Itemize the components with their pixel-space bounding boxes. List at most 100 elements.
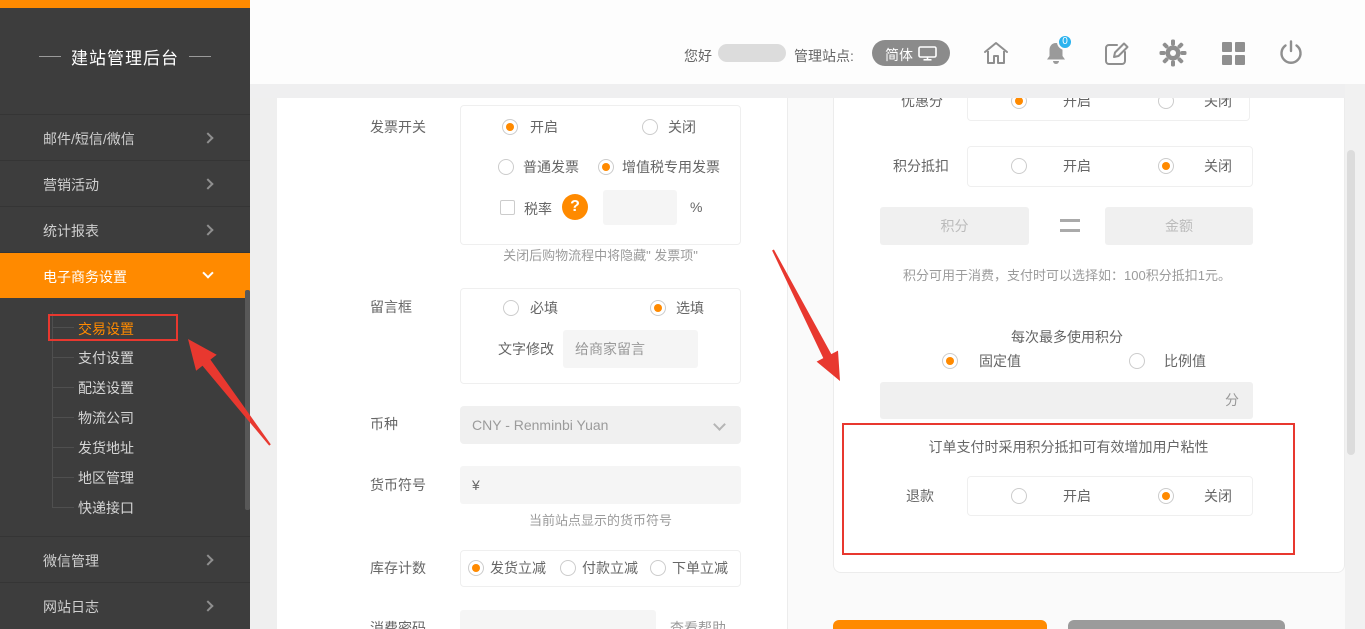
points-input[interactable] — [880, 207, 1029, 245]
sidebar-item-label: 营销活动 — [43, 175, 99, 195]
sidebar-item-statistics[interactable]: 统计报表 — [0, 206, 250, 252]
trade-settings-panel: 发票开关 开启 关闭 普通发票 增值税专用发票 税率 ? % 关闭后购物流程中将… — [277, 98, 788, 629]
ratio-value-radio[interactable] — [1129, 353, 1145, 369]
sidebar-item-label: 电子商务设置 — [43, 267, 127, 287]
chevron-down-icon — [202, 267, 213, 278]
sidebar-title: 建站管理后台 — [0, 42, 250, 70]
sidebar-item-marketing[interactable]: 营销活动 — [0, 160, 250, 206]
deduction-off-label: 关闭 — [1204, 156, 1232, 176]
vat-invoice-label: 增值税专用发票 — [622, 157, 720, 177]
monitor-icon — [918, 46, 938, 61]
fixed-value-label: 固定值 — [979, 351, 1021, 371]
sidebar-item-mail-sms-wechat[interactable]: 邮件/短信/微信 — [0, 114, 250, 160]
power-icon[interactable] — [1276, 38, 1306, 68]
sidebar-item-wechat-management[interactable]: 微信管理 — [0, 536, 250, 582]
secondary-button[interactable] — [1068, 620, 1285, 629]
currency-symbol-input[interactable] — [460, 466, 741, 504]
message-optional-radio[interactable] — [650, 300, 666, 316]
app-window: 建站管理后台 邮件/短信/微信 营销活动 统计报表 电子商务设置 交易设置 支付… — [0, 0, 1365, 629]
message-optional-label: 选填 — [676, 298, 704, 318]
home-icon[interactable] — [981, 38, 1011, 68]
primary-button[interactable] — [833, 620, 1047, 629]
refund-label: 退款 — [906, 486, 934, 506]
sidebar-accent-bar — [0, 0, 250, 8]
refund-on-label: 开启 — [1063, 486, 1091, 506]
chevron-right-icon — [202, 132, 213, 143]
message-required-radio[interactable] — [503, 300, 519, 316]
bonus-off-label: 关闭 — [1204, 98, 1232, 111]
message-text-input[interactable] — [563, 330, 698, 368]
invoice-off-radio[interactable] — [642, 119, 658, 135]
invoice-off-label: 关闭 — [668, 117, 696, 137]
sidebar-subitem-region-management[interactable]: 地区管理 — [78, 468, 218, 488]
app-title: 建站管理后台 — [71, 44, 179, 69]
sidebar-item-label: 微信管理 — [43, 551, 99, 571]
edit-icon[interactable] — [1101, 38, 1131, 68]
stock-pay-label: 付款立减 — [582, 558, 638, 578]
refund-on-radio[interactable] — [1011, 488, 1027, 504]
invoice-on-radio[interactable] — [502, 119, 518, 135]
title-dash-left — [39, 56, 61, 57]
page-scrollbar-thumb[interactable] — [1347, 150, 1355, 455]
content-top-band — [250, 84, 1365, 98]
invoice-switch-label: 发票开关 — [370, 117, 426, 137]
amount-input[interactable] — [1105, 207, 1253, 245]
submenu-tick — [52, 357, 74, 358]
message-required-label: 必填 — [530, 298, 558, 318]
sidebar-subitem-shipping-address[interactable]: 发货地址 — [78, 438, 218, 458]
message-box-label: 留言框 — [370, 297, 412, 317]
submenu-tick — [52, 477, 74, 478]
equals-icon — [1060, 219, 1080, 232]
submenu-tick — [52, 447, 74, 448]
sidebar-subitem-delivery-settings[interactable]: 配送设置 — [78, 378, 218, 398]
submenu-tree-line — [52, 312, 53, 508]
max-points-input[interactable]: 分 — [880, 382, 1253, 419]
deduction-on-radio[interactable] — [1011, 158, 1027, 174]
fixed-value-radio[interactable] — [942, 353, 958, 369]
chevron-right-icon — [202, 600, 213, 611]
apps-grid-icon[interactable] — [1218, 38, 1248, 68]
notifications-bell-icon[interactable]: 0 — [1041, 38, 1071, 68]
ratio-value-label: 比例值 — [1164, 351, 1206, 371]
stock-pay-radio[interactable] — [560, 560, 576, 576]
sidebar-subitem-logistics-company[interactable]: 物流公司 — [78, 408, 218, 428]
stock-count-label: 库存计数 — [370, 558, 426, 578]
view-help-link[interactable]: 查看帮助 — [670, 618, 726, 629]
greeting-text: 您好 — [684, 46, 712, 66]
invoice-hint: 关闭后购物流程中将隐藏" 发票项" — [460, 245, 741, 264]
sidebar-item-site-logs[interactable]: 网站日志 — [0, 582, 250, 628]
stock-order-radio[interactable] — [650, 560, 666, 576]
help-question-icon[interactable]: ? — [562, 194, 588, 220]
site-switcher-pill[interactable]: 简体 — [872, 40, 950, 66]
sidebar-item-label: 邮件/短信/微信 — [43, 129, 135, 149]
tax-rate-checkbox[interactable] — [500, 200, 515, 215]
tax-rate-input[interactable] — [603, 190, 677, 225]
currency-select[interactable]: CNY - Renminbi Yuan — [460, 406, 741, 444]
refund-off-radio[interactable] — [1158, 488, 1174, 504]
title-dash-right — [189, 56, 211, 57]
consume-password-input[interactable] — [460, 610, 656, 629]
stock-order-label: 下单立减 — [672, 558, 728, 578]
refund-off-label: 关闭 — [1204, 486, 1232, 506]
normal-invoice-radio[interactable] — [498, 159, 514, 175]
vat-invoice-radio[interactable] — [598, 159, 614, 175]
settings-gear-icon[interactable] — [1158, 38, 1188, 68]
username-redacted — [718, 44, 786, 62]
bonus-on-label: 开启 — [1063, 98, 1091, 111]
language-label: 简体 — [885, 45, 913, 65]
sidebar-subitem-express-interface[interactable]: 快递接口 — [78, 498, 218, 518]
deduction-off-radio[interactable] — [1158, 158, 1174, 174]
points-settings-panel: 优惠分 开启 关闭 积分抵扣 开启 关闭 积分可用于消费，支付时可以选择如：10… — [833, 98, 1345, 573]
text-edit-label: 文字修改 — [498, 339, 554, 359]
sidebar-item-ecommerce-settings[interactable]: 电子商务设置 — [0, 252, 250, 298]
stock-ship-radio[interactable] — [468, 560, 484, 576]
submenu-tick — [52, 417, 74, 418]
chevron-right-icon — [202, 178, 213, 189]
content-left-gutter — [250, 98, 277, 629]
sidebar-item-label: 网站日志 — [43, 597, 99, 617]
sidebar: 建站管理后台 邮件/短信/微信 营销活动 统计报表 电子商务设置 交易设置 支付… — [0, 0, 250, 629]
max-points-title: 每次最多使用积分 — [880, 327, 1254, 347]
manage-site-label: 管理站点: — [794, 46, 854, 66]
invoice-on-label: 开启 — [530, 117, 558, 137]
sidebar-subitem-payment-settings[interactable]: 支付设置 — [78, 348, 218, 368]
